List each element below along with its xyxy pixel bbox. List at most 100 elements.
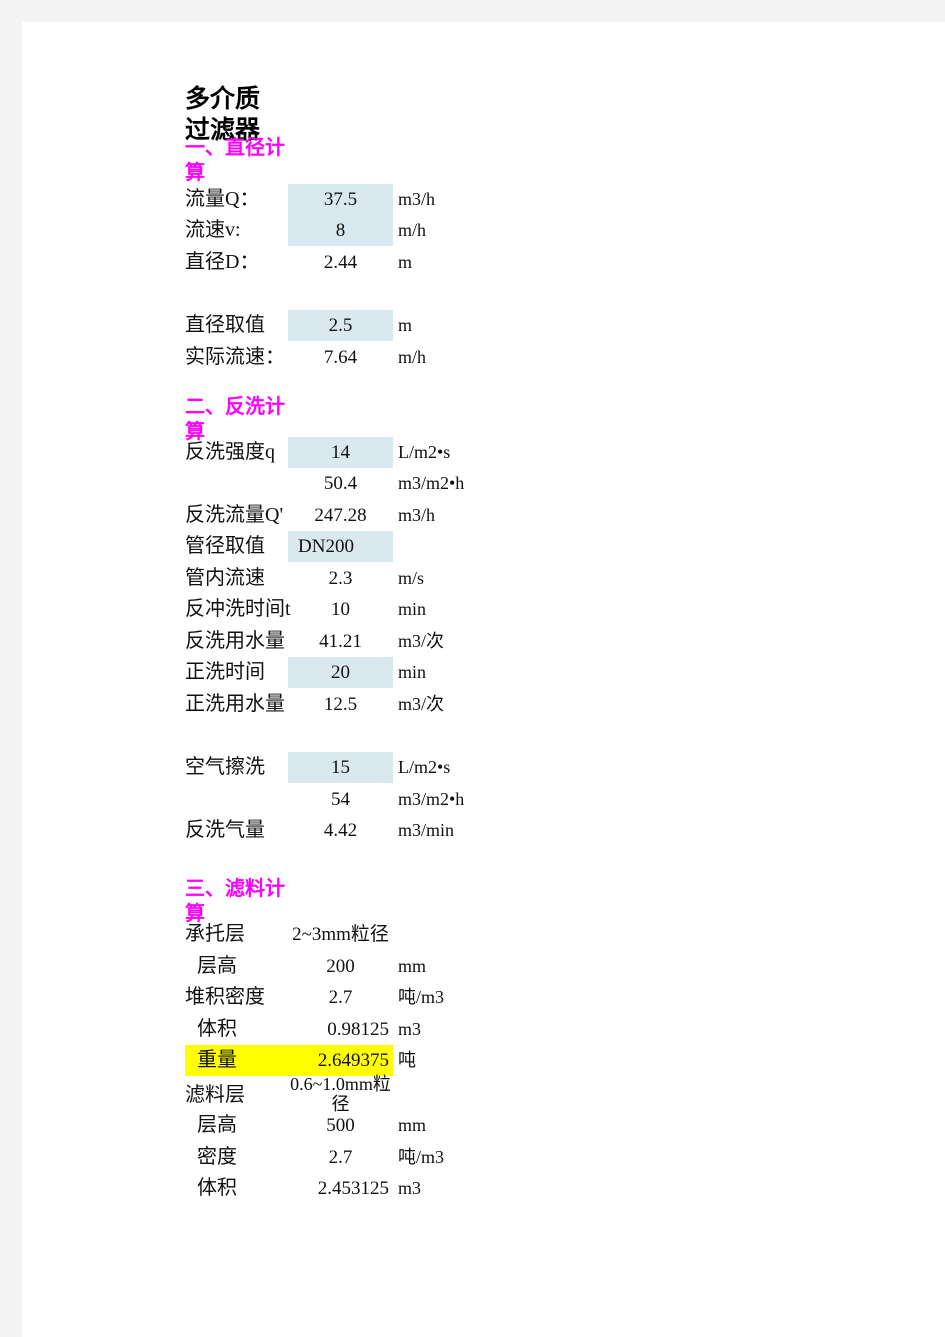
row-unit-support-layer [398, 919, 618, 950]
section-heading-diameter: 一、直径计 算 [185, 137, 285, 184]
row-value-pipe-diameter[interactable]: DN200 [288, 531, 393, 562]
row-value-support-volume: 0.98125 [327, 1019, 389, 1040]
row-value-backwash-intensity-hourly: 50.4 [323, 473, 358, 494]
row-value-support-density: 2.7 [328, 987, 353, 1008]
row-value-air-scour-hourly: 54 [331, 789, 350, 810]
row-label-velocity: 流速v: [185, 219, 241, 241]
row-unit-flow-rate: m3/h [398, 189, 436, 209]
row-unit-backwash-water: m3/次 [398, 631, 445, 651]
row-unit-diameter-chosen: m [398, 315, 413, 335]
row-unit-pipe-diameter [398, 531, 618, 562]
row-label-backwash-air: 反洗气量 [185, 819, 265, 841]
table-row: 承托层 2~3mm粒径 [22, 919, 945, 950]
table-row: 50.4 m3/m2•h [22, 468, 945, 499]
row-label-diameter-chosen: 直径取值 [185, 314, 265, 336]
row-value-media-layer: 0.6~1.0mm粒径 [290, 1074, 391, 1114]
row-unit-pipe-velocity: m/s [398, 568, 425, 588]
row-label-air-scour: 空气擦洗 [185, 756, 265, 778]
row-label-backwash-intensity-hourly [185, 468, 285, 499]
row-value-media-volume: 2.453125 [317, 1178, 389, 1199]
row-value-flow-rate[interactable]: 37.5 [288, 184, 393, 215]
row-label-support-volume: 体积 [197, 1018, 237, 1040]
row-value-backwash-intensity[interactable]: 14 [288, 437, 393, 468]
table-row: 体积 2.453125 m3 [22, 1173, 945, 1204]
row-label-rinse-time: 正洗时间 [185, 661, 265, 683]
table-row: 层高 500 mm [22, 1110, 945, 1141]
table-row: 管径取值 DN200 [22, 531, 945, 562]
row-label-rinse-water: 正洗用水量 [185, 693, 285, 715]
row-label-backwash-intensity: 反洗强度q [185, 441, 275, 463]
row-unit-backwash-intensity-hourly: m3/m2•h [398, 473, 465, 493]
row-unit-rinse-time: min [398, 662, 427, 682]
row-unit-velocity: m/h [398, 220, 427, 240]
row-label-flow-rate: 流量Q： [185, 188, 260, 210]
row-value-support-height: 200 [326, 956, 355, 977]
row-unit-media-height: mm [398, 1115, 427, 1135]
row-label-backwash-time: 反冲洗时间t [185, 598, 291, 620]
table-row: 反洗流量Q' 247.28 m3/h [22, 500, 945, 531]
row-value-backwash-air: 4.42 [323, 820, 358, 841]
row-value-rinse-time[interactable]: 20 [288, 657, 393, 688]
row-unit-media-volume: m3 [398, 1178, 422, 1198]
row-value-diameter-chosen[interactable]: 2.5 [288, 310, 393, 341]
row-value-backwash-water: 41.21 [319, 631, 362, 652]
row-unit-rinse-water: m3/次 [398, 694, 445, 714]
row-value-support-layer: 2~3mm粒径 [292, 924, 389, 945]
row-unit-air-scour-hourly: m3/m2•h [398, 789, 465, 809]
row-unit-backwash-air: m3/min [398, 820, 455, 840]
table-row: 直径取值 2.5 m [22, 310, 945, 341]
table-row: 正洗时间 20 min [22, 657, 945, 688]
row-label-media-volume: 体积 [197, 1177, 237, 1199]
row-value-pipe-velocity: 2.3 [328, 568, 353, 589]
row-label-media-layer: 滤料层 [185, 1084, 245, 1106]
table-row: 正洗用水量 12.5 m3/次 [22, 689, 945, 720]
row-value-backwash-time: 10 [331, 599, 350, 620]
table-row: 流速v: 8 m/h [22, 215, 945, 246]
table-row: 实际流速： 7.64 m/h [22, 342, 945, 373]
table-row: 体积 0.98125 m3 [22, 1014, 945, 1045]
row-unit-support-height: mm [398, 956, 427, 976]
table-row: 直径D： 2.44 m [22, 247, 945, 278]
row-unit-backwash-flow: m3/h [398, 505, 436, 525]
row-unit-diameter: m [398, 252, 413, 272]
row-unit-media-density: 吨/m3 [398, 1147, 445, 1167]
table-row: 流量Q： 37.5 m3/h [22, 184, 945, 215]
table-row: 堆积密度 2.7 吨/m3 [22, 982, 945, 1013]
spreadsheet-page: 多介质 过滤器 一、直径计 算 流量Q： 37.5 m3/h 流速v: 8 m/… [22, 22, 945, 1337]
row-unit-support-density: 吨/m3 [398, 987, 445, 1007]
table-row: 反洗用水量 41.21 m3/次 [22, 626, 945, 657]
row-unit-backwash-time: min [398, 599, 427, 619]
row-label-diameter: 直径D： [185, 251, 260, 273]
table-row: 54 m3/m2•h [22, 784, 945, 815]
row-label-support-height: 层高 [197, 955, 237, 977]
row-unit-backwash-intensity: L/m2•s [398, 442, 451, 462]
row-label-actual-velocity: 实际流速： [185, 346, 285, 368]
table-row: 密度 2.7 吨/m3 [22, 1142, 945, 1173]
row-value-rinse-water: 12.5 [323, 694, 358, 715]
row-value-media-height: 500 [326, 1115, 355, 1136]
row-value-actual-velocity: 7.64 [323, 347, 358, 368]
row-value-backwash-flow: 247.28 [314, 505, 367, 526]
table-row: 层高 200 mm [22, 951, 945, 982]
row-unit-air-scour: L/m2•s [398, 757, 451, 777]
row-label-media-density: 密度 [197, 1146, 237, 1168]
table-row: 管内流速 2.3 m/s [22, 563, 945, 594]
row-label-media-height: 层高 [197, 1114, 237, 1136]
table-row: 反洗强度q 14 L/m2•s [22, 437, 945, 468]
row-label-support-density: 堆积密度 [185, 986, 265, 1008]
table-row: 反洗气量 4.42 m3/min [22, 815, 945, 846]
row-value-air-scour[interactable]: 15 [288, 752, 393, 783]
row-value-diameter: 2.44 [323, 252, 358, 273]
row-label-backwash-water: 反洗用水量 [185, 630, 285, 652]
row-value-media-density: 2.7 [328, 1147, 353, 1168]
row-label-backwash-flow: 反洗流量Q' [185, 504, 284, 526]
table-row: 滤料层 0.6~1.0mm粒径 [22, 1072, 945, 1114]
row-label-pipe-diameter: 管径取值 [185, 535, 265, 557]
row-label-support-layer: 承托层 [185, 923, 245, 945]
row-unit-actual-velocity: m/h [398, 347, 427, 367]
row-unit-media-layer [398, 1072, 618, 1103]
row-value-velocity[interactable]: 8 [288, 215, 393, 246]
table-row: 反冲洗时间t 10 min [22, 594, 945, 625]
row-unit-support-volume: m3 [398, 1019, 422, 1039]
table-row: 空气擦洗 15 L/m2•s [22, 752, 945, 783]
